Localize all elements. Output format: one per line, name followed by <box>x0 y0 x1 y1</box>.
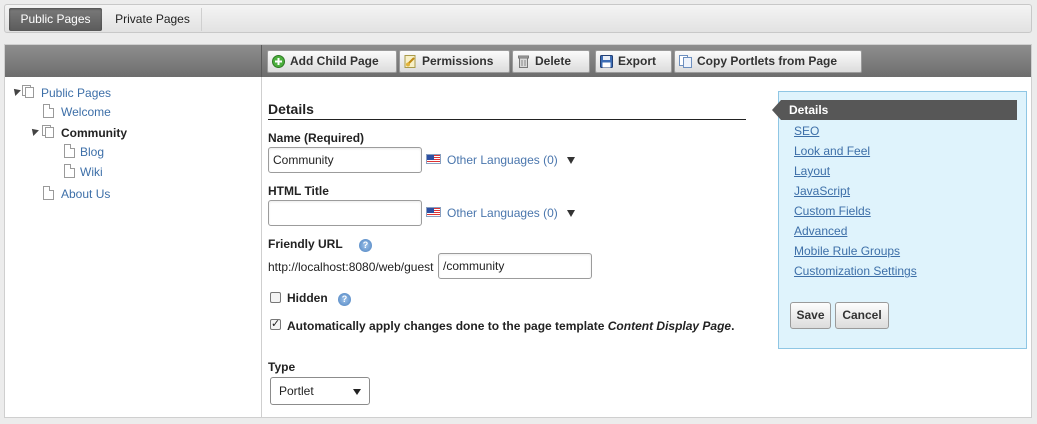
delete-label: Delete <box>535 54 572 68</box>
us-flag-icon <box>426 207 441 217</box>
tree-item-welcome[interactable]: Welcome <box>5 103 255 121</box>
chevron-down-icon[interactable] <box>567 210 575 217</box>
copy-portlets-label: Copy Portlets from Page <box>697 54 838 68</box>
tree-label-public-pages[interactable]: Public Pages <box>41 84 111 102</box>
manage-pages-panel: Add Child Page Permissions Delete Export… <box>4 44 1032 418</box>
nav-item-layout[interactable]: Layout <box>794 164 830 178</box>
nav-item-custom-fields[interactable]: Custom Fields <box>794 204 871 218</box>
page-icon <box>64 144 75 158</box>
tree-item-wiki[interactable]: Wiki <box>5 163 255 181</box>
page-icon <box>43 186 54 200</box>
hidden-label: Hidden <box>287 291 328 305</box>
type-select[interactable]: Portlet <box>270 377 370 405</box>
nav-item-javascript[interactable]: JavaScript <box>794 184 850 198</box>
html-title-field[interactable] <box>268 200 422 226</box>
chevron-down-icon <box>353 389 361 395</box>
hidden-checkbox[interactable] <box>270 292 281 303</box>
tree-label-community[interactable]: Community <box>61 124 127 142</box>
nav-item-details[interactable]: Details <box>772 100 1017 120</box>
nav-item-look-and-feel[interactable]: Look and Feel <box>794 144 870 158</box>
nav-item-mobile-rule-groups[interactable]: Mobile Rule Groups <box>794 244 900 258</box>
friendly-url-prefix: http://localhost:8080/web/guest <box>268 260 434 274</box>
help-icon[interactable]: ? <box>338 293 351 306</box>
page-toolbar: Add Child Page Permissions Delete Export… <box>5 45 1031 77</box>
page-icon <box>64 164 75 178</box>
add-child-page-button[interactable]: Add Child Page <box>267 50 397 73</box>
name-field[interactable] <box>268 147 422 173</box>
page-details-form: Details Name (Required) Other Languages … <box>262 77 772 417</box>
permissions-button[interactable]: Permissions <box>399 50 510 73</box>
copy-pages-icon <box>679 55 692 68</box>
auto-apply-checkbox[interactable]: ✓ <box>270 319 281 330</box>
tree-item-blog[interactable]: Blog <box>5 143 255 161</box>
title-other-languages-link[interactable]: Other Languages (0) <box>447 206 558 220</box>
page-group-icon <box>42 125 55 139</box>
tab-public-pages[interactable]: Public Pages <box>9 8 102 31</box>
friendly-url-field[interactable] <box>438 253 592 279</box>
name-label: Name (Required) <box>268 131 365 145</box>
auto-apply-label: Automatically apply changes done to the … <box>287 318 757 334</box>
page-type-tabs: Public Pages Private Pages <box>4 4 1032 33</box>
tree-label-wiki[interactable]: Wiki <box>80 163 103 181</box>
permissions-label: Permissions <box>422 54 494 68</box>
type-select-value: Portlet <box>279 384 314 398</box>
toolbar-tree-spacer <box>5 45 262 77</box>
save-button[interactable]: Save <box>790 302 831 329</box>
cancel-button[interactable]: Cancel <box>835 302 889 329</box>
add-child-page-label: Add Child Page <box>290 54 379 68</box>
section-title: Details <box>268 101 314 117</box>
auto-apply-template-name: Content Display Page <box>607 319 732 333</box>
plus-circle-icon <box>272 55 285 68</box>
page-tree: Public Pages Welcome Community Blog Wiki… <box>5 77 262 417</box>
type-label: Type <box>268 360 296 374</box>
export-label: Export <box>618 54 657 68</box>
trash-icon <box>518 55 529 68</box>
friendly-url-label: Friendly URL <box>268 237 343 251</box>
collapse-toggle-icon[interactable] <box>29 126 39 136</box>
auto-apply-text: Automatically apply changes done to the … <box>287 319 605 333</box>
tree-item-community[interactable]: Community <box>5 124 255 142</box>
export-button[interactable]: Export <box>595 50 672 73</box>
us-flag-icon <box>426 154 441 164</box>
help-icon[interactable]: ? <box>359 239 372 252</box>
tree-label-about-us[interactable]: About Us <box>61 185 110 203</box>
name-other-languages-link[interactable]: Other Languages (0) <box>447 153 558 167</box>
copy-portlets-button[interactable]: Copy Portlets from Page <box>674 50 862 73</box>
form-navigator: Details SEO Look and Feel Layout JavaScr… <box>772 91 1027 349</box>
section-divider <box>268 119 746 120</box>
page-icon <box>43 104 54 118</box>
key-icon <box>404 55 416 68</box>
tree-label-welcome[interactable]: Welcome <box>61 103 111 121</box>
auto-apply-period: . <box>731 319 735 333</box>
tab-private-pages[interactable]: Private Pages <box>104 8 202 31</box>
html-title-label: HTML Title <box>268 184 329 198</box>
tree-item-about-us[interactable]: About Us <box>5 185 255 203</box>
delete-button[interactable]: Delete <box>512 50 590 73</box>
pages-root-icon <box>22 85 35 99</box>
nav-item-advanced[interactable]: Advanced <box>794 224 847 238</box>
nav-item-seo[interactable]: SEO <box>794 124 819 138</box>
collapse-toggle-icon[interactable] <box>11 86 21 96</box>
nav-item-customization-settings[interactable]: Customization Settings <box>794 264 917 278</box>
tree-item-public-pages[interactable]: Public Pages <box>5 84 255 102</box>
tree-label-blog[interactable]: Blog <box>80 143 104 161</box>
chevron-down-icon[interactable] <box>567 157 575 164</box>
floppy-icon <box>600 55 613 68</box>
